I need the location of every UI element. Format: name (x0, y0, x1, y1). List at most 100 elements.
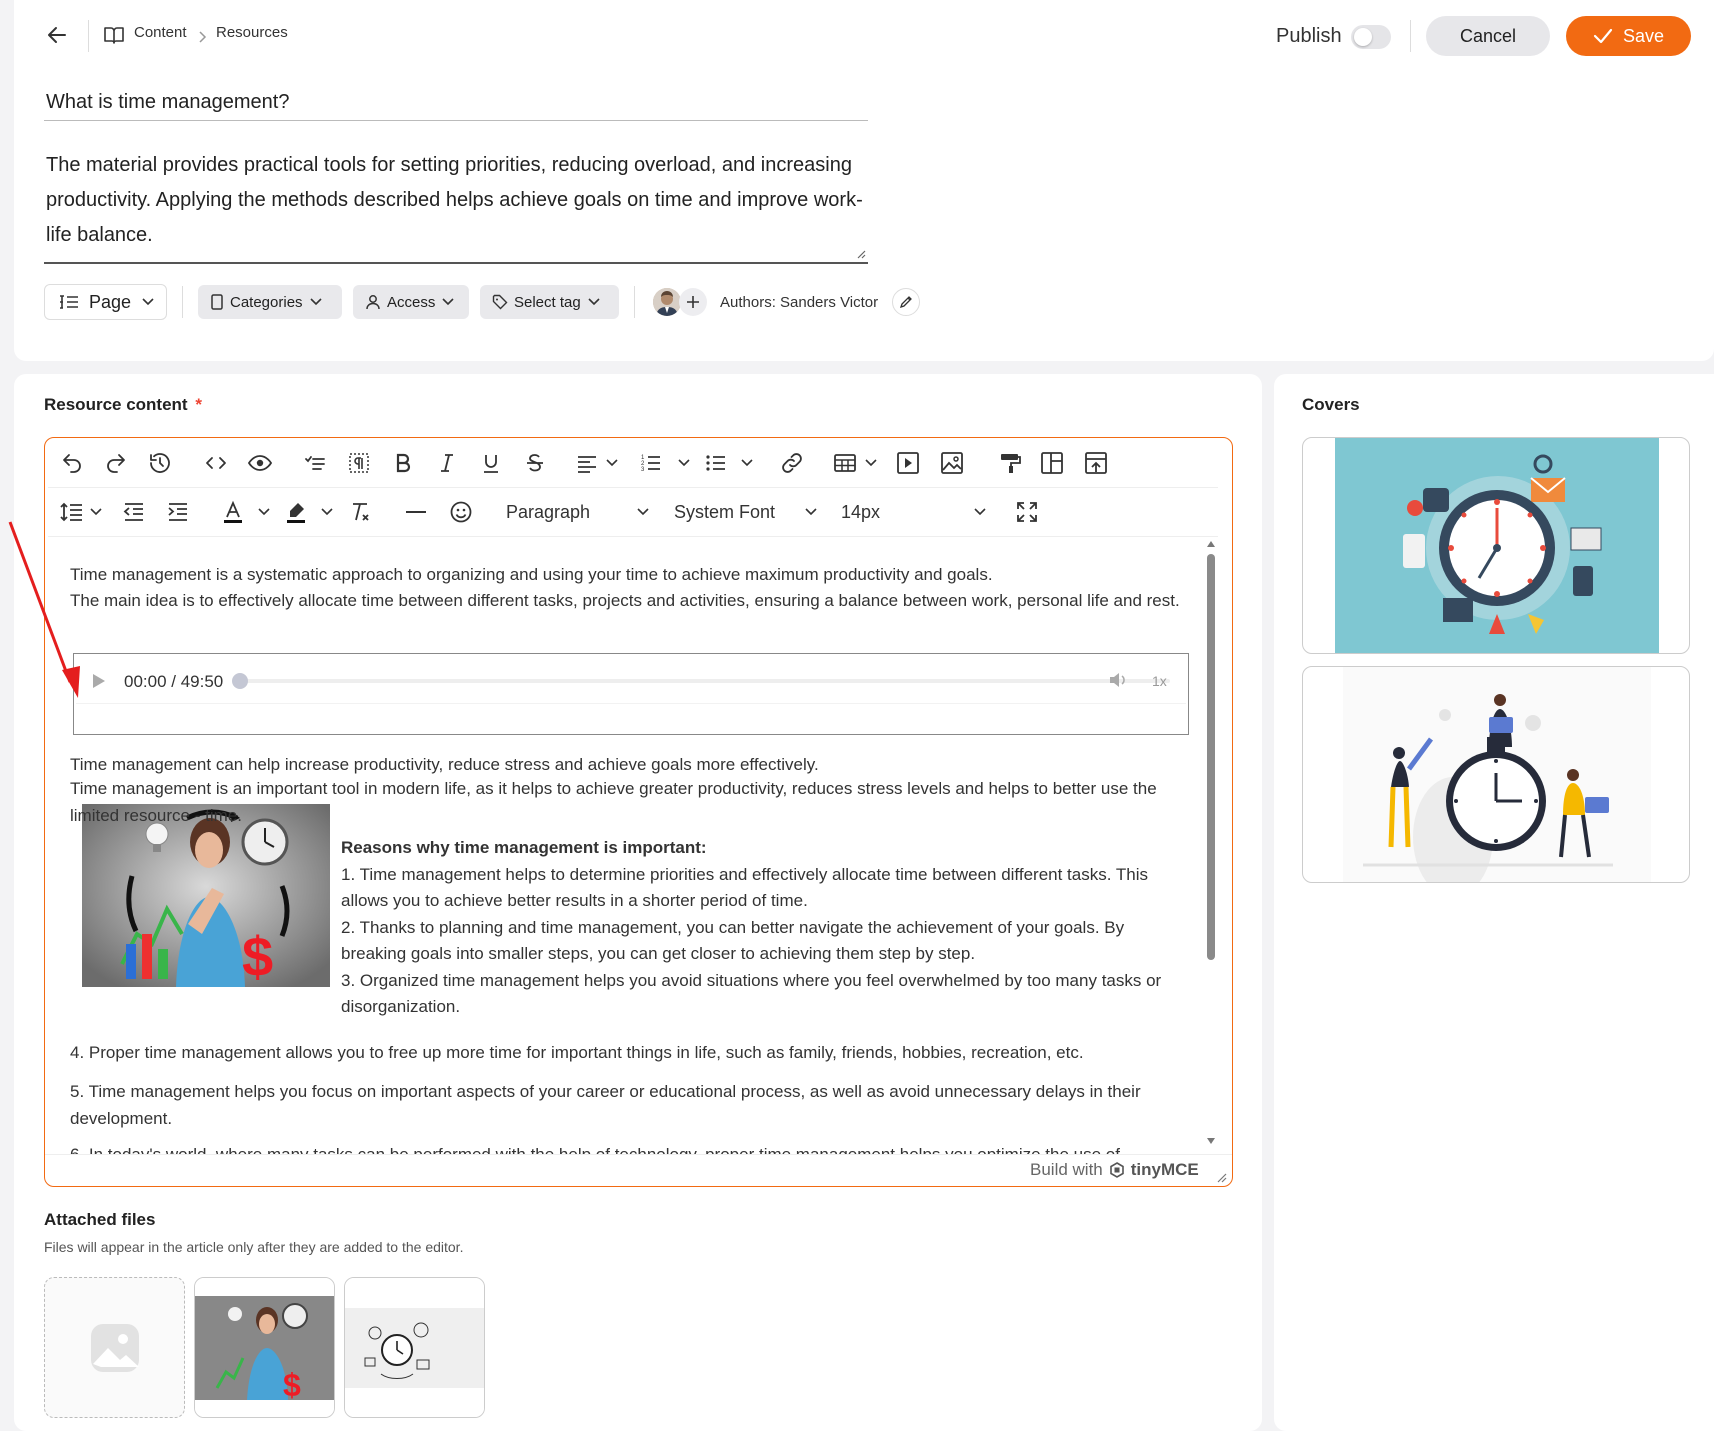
play-icon[interactable] (92, 673, 106, 689)
back-button[interactable] (44, 22, 70, 48)
resize-handle-icon[interactable] (856, 249, 866, 259)
title-input[interactable]: What is time management? (44, 88, 868, 121)
chevron-down-icon[interactable] (605, 458, 619, 468)
preview-icon[interactable] (245, 448, 275, 478)
save-button[interactable]: Save (1566, 16, 1691, 56)
history-icon[interactable] (145, 448, 175, 478)
page-type-select[interactable]: Page (44, 284, 167, 320)
scroll-down-icon[interactable] (1206, 1137, 1216, 1145)
divider (182, 286, 183, 318)
annotation-arrow-icon (8, 521, 80, 698)
inline-image[interactable]: $ (82, 804, 330, 987)
align-icon[interactable] (572, 448, 602, 478)
media-icon[interactable] (893, 448, 923, 478)
emoji-icon[interactable] (446, 497, 476, 527)
audio-embed: 00:00 / 49:50 1x (73, 653, 1189, 735)
scroll-up-icon[interactable] (1206, 540, 1216, 548)
avatar (653, 288, 681, 316)
reasons-heading: Reasons why time management is important… (341, 838, 707, 857)
publish-toggle[interactable] (1351, 25, 1391, 49)
chevron-down-icon (442, 298, 454, 306)
breadcrumb-content[interactable]: Content (134, 24, 187, 41)
block-format-select[interactable]: Paragraph (496, 497, 656, 527)
powered-by[interactable]: Build with tinyMCE (1030, 1160, 1199, 1180)
bullet-list-icon[interactable] (701, 448, 731, 478)
description-value: The material provides practical tools fo… (46, 154, 863, 246)
editor-content[interactable]: Time management is a systematic approach… (48, 538, 1213, 1154)
checklist-icon[interactable] (300, 448, 330, 478)
clear-format-icon[interactable] (345, 497, 375, 527)
divider (1410, 20, 1411, 52)
show-blocks-icon[interactable] (344, 448, 374, 478)
reason-item: 4. Proper time management allows you to … (70, 1043, 1084, 1062)
redo-icon[interactable] (101, 448, 131, 478)
chevron-down-icon[interactable] (257, 507, 271, 517)
check-icon (1593, 28, 1613, 44)
chevron-down-icon[interactable] (89, 507, 103, 517)
chevron-down-icon[interactable] (864, 458, 878, 468)
strikethrough-icon[interactable] (520, 448, 550, 478)
attached-file-thumb[interactable] (344, 1277, 485, 1418)
chevron-down-icon[interactable] (740, 458, 754, 468)
bold-icon[interactable] (388, 448, 418, 478)
chevron-right-icon (197, 30, 207, 44)
block-format-value: Paragraph (506, 502, 591, 522)
add-author-button[interactable] (679, 288, 707, 316)
arrow-left-icon (48, 27, 66, 43)
svg-text:$: $ (283, 1367, 301, 1403)
tinymce-logo-icon (1109, 1162, 1124, 1178)
access-dropdown[interactable]: Access (353, 285, 469, 319)
cover-option[interactable] (1302, 437, 1690, 654)
description-textarea[interactable]: The material provides practical tools fo… (44, 148, 868, 264)
template-icon[interactable] (1037, 448, 1067, 478)
chevron-down-icon (805, 508, 817, 516)
chevron-down-icon[interactable] (320, 507, 334, 517)
page-type-label: Page (89, 291, 132, 312)
covers-title: Covers (1302, 395, 1360, 414)
reason-item: 2. Thanks to planning and time managemen… (341, 917, 1125, 964)
font-family-select[interactable]: System Font (664, 497, 824, 527)
numbered-list-icon[interactable]: 123 (636, 448, 666, 478)
scrollbar-thumb[interactable] (1207, 554, 1215, 960)
volume-icon[interactable] (1108, 671, 1128, 689)
pencil-icon (899, 296, 912, 309)
resize-handle-icon[interactable] (1216, 1172, 1227, 1183)
playback-speed[interactable]: 1x (1152, 673, 1167, 689)
link-icon[interactable] (777, 448, 807, 478)
indent-icon[interactable] (163, 497, 193, 527)
highlight-icon[interactable] (281, 497, 311, 527)
select-tag-dropdown[interactable]: Select tag (480, 285, 619, 319)
upload-icon[interactable] (1081, 448, 1111, 478)
paragraph-4: Time management is an important tool in … (70, 776, 1190, 829)
audio-seek-knob[interactable] (232, 673, 248, 689)
audio-seek-bar[interactable] (232, 673, 1170, 689)
authors-label: Authors: Sanders Victor (720, 294, 879, 311)
breadcrumb-resources[interactable]: Resources (216, 24, 288, 41)
format-painter-icon[interactable] (995, 448, 1025, 478)
attached-file-thumb[interactable]: $ (194, 1277, 335, 1418)
editor-scrollbar[interactable] (1204, 538, 1218, 1150)
font-size-select[interactable]: 14px (833, 497, 993, 527)
underline-icon[interactable] (476, 448, 506, 478)
upload-placeholder[interactable] (44, 1277, 185, 1418)
italic-icon[interactable] (432, 448, 462, 478)
source-code-icon[interactable] (201, 448, 231, 478)
text-color-icon[interactable] (218, 497, 248, 527)
access-label: Access (387, 293, 436, 311)
table-icon[interactable] (830, 448, 860, 478)
image-icon[interactable] (937, 448, 967, 478)
chevron-down-icon[interactable] (677, 458, 691, 468)
edit-authors-button[interactable] (892, 288, 920, 316)
book-icon (104, 26, 124, 44)
categories-dropdown[interactable]: Categories (198, 285, 342, 319)
fullscreen-icon[interactable] (1012, 497, 1042, 527)
horizontal-line-icon[interactable] (401, 497, 431, 527)
chevron-down-icon (637, 508, 649, 516)
undo-icon[interactable] (57, 448, 87, 478)
chevron-down-icon (588, 298, 600, 306)
outdent-icon[interactable] (119, 497, 149, 527)
bookmark-icon (211, 294, 223, 310)
audio-player[interactable]: 00:00 / 49:50 1x (76, 656, 1186, 704)
cancel-button[interactable]: Cancel (1426, 16, 1550, 56)
cover-option[interactable] (1302, 666, 1690, 883)
